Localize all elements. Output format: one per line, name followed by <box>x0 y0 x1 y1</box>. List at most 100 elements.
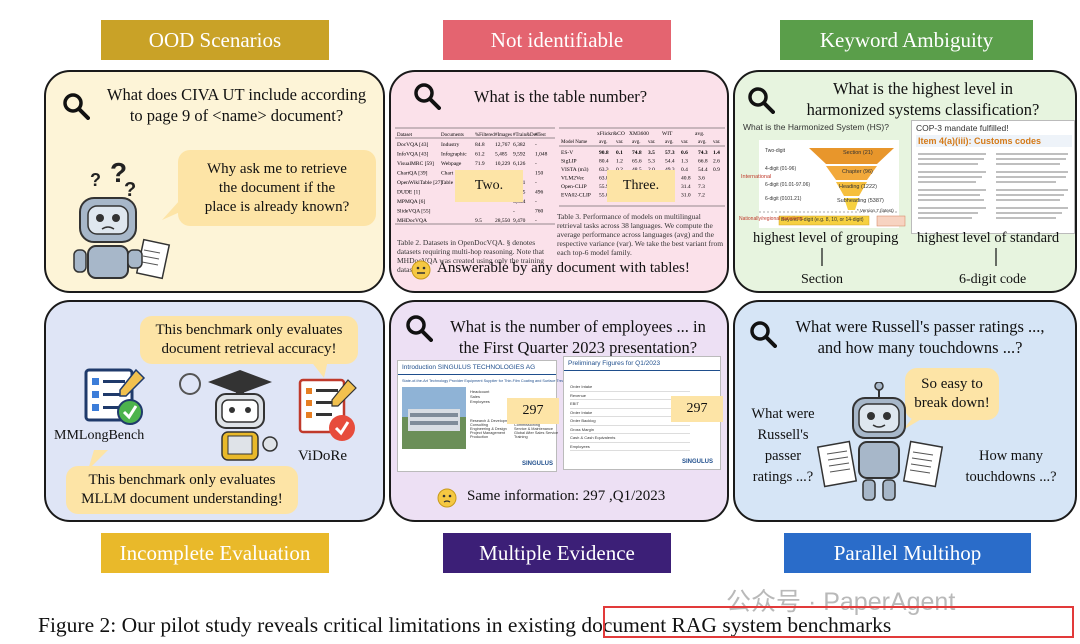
hs-document: What is the Harmonized System (HS)? Sect… <box>739 120 907 234</box>
banner-incomplete-evaluation: Incomplete Evaluation <box>101 533 329 573</box>
ood-reply-line2: the document if the <box>218 179 336 196</box>
table-cell: - <box>535 142 537 148</box>
slide-introduction-title: Introduction SINGULUS TECHNOLOGIES AG <box>402 364 536 371</box>
slide-logo: SINGULUS <box>522 461 554 467</box>
table-cell: Table <box>441 180 454 186</box>
parallel-right-line: How many <box>978 448 1044 464</box>
table-cell: Open-CLIP <box>561 184 587 190</box>
bubble-retrieval-line2: document retrieval accuracy! <box>161 341 337 357</box>
table-cell: 3.5 <box>648 150 655 156</box>
parallel-question-line1: What were Russell's passer ratings ..., <box>795 317 1045 336</box>
customs-document-title: Item 4(a)(iii): Customs codes <box>918 136 1042 146</box>
table-cell: 71.9 <box>475 161 485 167</box>
pyramid-level-subheading: Subheading (5387) <box>837 198 884 204</box>
label-highest-grouping: highest level of grouping <box>753 230 899 246</box>
checklist-cross-icon <box>298 378 357 441</box>
banner-keyword-ambiguity: Keyword Ambiguity <box>780 20 1033 60</box>
table-cell: 6,126 <box>513 161 526 167</box>
table-group-header: XM3600 <box>629 131 649 137</box>
table-cell: 5,485 <box>495 152 508 158</box>
pyramid-side-international: International <box>741 174 772 180</box>
table-cell: 65.6 <box>632 159 642 165</box>
banner-not-identifiable: Not identifiable <box>443 20 671 60</box>
bubble-retrieval-line1: This benchmark only evaluates <box>155 322 343 338</box>
table-cell: 84.8 <box>475 142 485 148</box>
panel-not-identifiable: What is the table number? Dataset Documen… <box>389 70 729 293</box>
table-cell: 0.9 <box>713 167 720 173</box>
parallel-left-line: passer <box>764 448 802 464</box>
table-header-cell: var. <box>616 140 623 145</box>
table-group-header: xFlickr&CO <box>597 131 625 137</box>
building-photo <box>402 387 466 449</box>
parallel-left-line: ratings ...? <box>752 469 814 485</box>
table-cell: 28,550 <box>495 218 510 224</box>
note-297-right: 297 <box>671 396 723 422</box>
keyword-question: What is the highest level in harmonized … <box>781 78 1065 120</box>
bubble-understanding-only: This benchmark only evaluates MLLM docum… <box>66 466 298 514</box>
table-cell: 31.4 <box>681 184 691 190</box>
table-cell: MHDocVQA <box>397 218 427 224</box>
table-cell: - <box>535 161 537 167</box>
table-header-cell: Dataset <box>397 133 413 138</box>
customs-document: COP-3 mandate fulfilled! Item 4(a)(iii):… <box>911 120 1075 234</box>
not-identifiable-footer: Answerable by any document with tables! <box>437 260 690 276</box>
magnifier-icon <box>63 93 90 120</box>
table-cell: 40.8 <box>681 176 691 182</box>
table-cell: - <box>535 218 537 224</box>
checklist-icon <box>84 368 146 425</box>
table-cell: - <box>535 199 537 205</box>
table-cell: 1.2 <box>616 159 623 165</box>
slide-list-1: Headcount Sales Employees <box>470 389 510 404</box>
pyramid-note: * Version 7 (latest) <box>857 208 894 213</box>
ood-question: What does CIVA UT include according to p… <box>94 84 379 126</box>
slide-introduction-subtitle: State-of-the-Art Technology Provider Equ… <box>402 379 574 383</box>
table-cell: SlideVQA [55] <box>397 209 431 215</box>
table-cell: 54.4 <box>665 159 675 165</box>
table-cell: 9,470 <box>513 218 526 224</box>
customs-document-header: COP-3 mandate fulfilled! <box>916 123 1009 133</box>
pyramid-level-heading: Heading (1222) <box>839 184 877 190</box>
label-vidore: ViDoRe <box>298 448 348 464</box>
table-cell: 12,767 <box>495 142 510 148</box>
figures-row: Gross Margin <box>570 426 690 434</box>
magnifier-icon <box>414 83 441 110</box>
ood-reply-line3: place is already known? <box>204 198 350 215</box>
thinking-face-icon <box>437 488 457 508</box>
table-cell: 31.0 <box>681 193 691 199</box>
svg-text:?: ? <box>90 170 101 190</box>
magnifier-icon <box>406 315 433 342</box>
table-cell: OpenWikiTable [27] <box>397 180 443 186</box>
slide-list-item: Training <box>514 435 528 439</box>
figures-row: Cash & Cash Equivalents <box>570 434 690 443</box>
table-cell: 496 <box>535 190 544 196</box>
table-cell: 7.2 <box>698 193 705 199</box>
table-cell: VISTA (m3) <box>561 166 589 173</box>
table-cell: 57.3 <box>665 150 675 156</box>
robot-with-documents-icon <box>817 382 944 501</box>
table-cell: 61.2 <box>475 152 485 158</box>
slide-title-rule <box>564 370 720 371</box>
answer-6-digit: 6-digit code <box>959 272 1027 287</box>
panel-parallel-multihop: What were Russell's passer ratings ..., … <box>733 300 1077 522</box>
banner-parallel-multihop: Parallel Multihop <box>784 533 1031 573</box>
multiple-evidence-question: What is the number of employees ... in t… <box>437 316 719 358</box>
figures-row: Employees <box>570 443 690 451</box>
parallel-right-question: How many touchdowns ...? <box>953 446 1069 488</box>
ood-reply-bubble: Why ask me to retrieve the document if t… <box>178 150 376 226</box>
slide-list-item: Production <box>470 435 489 439</box>
table-cell: - <box>513 209 515 215</box>
table-cell: 80.4 <box>599 159 609 165</box>
table-cell: 9,592 <box>513 152 526 158</box>
hs-document-title: What is the Harmonized System (HS)? <box>743 122 889 132</box>
table-cell: 54.4 <box>698 167 708 173</box>
pyramid-left-4-digit: 4-digit (01-96) <box>765 166 797 172</box>
graduate-robot-icon <box>179 370 278 461</box>
table-cell: Infographic <box>441 151 467 158</box>
table-header-cell: Documents <box>441 133 464 138</box>
table-group-header: WIT <box>662 131 673 137</box>
label-highest-standard: highest level of standard <box>917 230 1060 246</box>
magnifier-icon <box>748 87 775 114</box>
table-cell: VisualMRC [59] <box>397 161 434 167</box>
table-group-header: avg. <box>695 131 705 137</box>
table-cell: 760 <box>535 209 544 215</box>
